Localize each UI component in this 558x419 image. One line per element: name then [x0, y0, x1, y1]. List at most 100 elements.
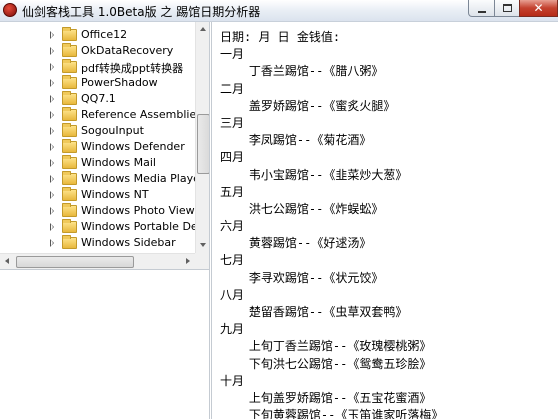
tree-item[interactable]: PowerShadow [0, 75, 195, 91]
folder-tree-rows: Office12 OkDataRecovery pdf转换成ppt转换器 PowerS… [0, 27, 195, 251]
tree-item-label: Windows Defender [81, 140, 185, 153]
expand-arrow-icon[interactable] [50, 95, 54, 103]
expand-arrow-icon[interactable] [50, 111, 54, 119]
scroll-right-arrow-icon[interactable] [180, 254, 195, 269]
tree-item-label: Windows NT [81, 188, 149, 201]
result-line: 楚留香踢馆--《虫草双套鸭》 [220, 305, 408, 319]
expand-arrow-icon[interactable] [50, 239, 54, 247]
expand-arrow-icon[interactable] [50, 127, 54, 135]
tree-item-content: pdf转换成ppt转换器 [0, 59, 195, 75]
tree-item-content: Windows Defender [0, 139, 195, 155]
result-line: 洪七公踢馆--《炸蜈蚣》 [220, 201, 384, 216]
app-icon[interactable] [3, 3, 17, 17]
expand-arrow-icon[interactable] [50, 191, 54, 199]
tree-horizontal-scrollbar[interactable] [0, 253, 195, 269]
folder-icon [62, 203, 77, 217]
tree-item-content: Windows NT [0, 187, 195, 203]
result-line: 丁香兰踢馆--《腊八粥》 [220, 64, 384, 79]
horizontal-scroll-thumb[interactable] [16, 256, 134, 268]
tree-item-label: OkDataRecovery [81, 44, 174, 57]
result-line: 韦小宝踢馆--《韭菜炒大葱》 [220, 167, 408, 182]
maximize-icon [502, 4, 512, 12]
title-bar[interactable]: 仙剑客栈工具 1.0Beta版 之 踢馆日期分析器 ✕ [0, 0, 558, 22]
result-line: 盖罗娇踢馆--《蜜炙火腿》 [220, 98, 396, 113]
tree-item-content: Windows Sidebar [0, 235, 195, 251]
tree-item[interactable]: Windows NT [0, 187, 195, 203]
folder-icon [62, 59, 77, 73]
folder-icon [62, 43, 77, 57]
minimize-icon [477, 10, 486, 13]
folder-icon [62, 107, 77, 121]
tree-item[interactable]: Windows Photo Viewer [0, 203, 195, 219]
folder-icon [62, 75, 77, 89]
tree-item[interactable]: Windows Defender [0, 139, 195, 155]
tree-item[interactable]: Office12 [0, 27, 195, 43]
result-line: 下旬洪七公踢馆--《鸳鸯五珍脍》 [220, 356, 432, 371]
tree-item-content: Office12 [0, 27, 195, 43]
tree-item-content: Windows Media Player [0, 171, 195, 187]
tree-item-label: QQ7.1 [81, 92, 116, 105]
folder-icon [62, 91, 77, 105]
tree-item[interactable]: Reference Assemblies [0, 107, 195, 123]
scroll-left-arrow-icon[interactable] [0, 254, 15, 269]
result-line: 九月 [220, 322, 245, 337]
folder-icon [62, 235, 77, 249]
tree-item-content: Windows Photo Viewer [0, 203, 195, 219]
tree-item[interactable]: Windows Mail [0, 155, 195, 171]
folder-icon [62, 139, 77, 153]
result-line: 黄蓉踢馆--《好逑汤》 [220, 236, 372, 251]
file-list-pane[interactable] [0, 269, 210, 419]
window-title: 仙剑客栈工具 1.0Beta版 之 踢馆日期分析器 [22, 5, 261, 19]
tree-item-label: Office12 [81, 28, 128, 41]
expand-arrow-icon[interactable] [50, 63, 54, 71]
folder-icon [62, 123, 77, 137]
tree-item-content: Windows Mail [0, 155, 195, 171]
scroll-up-arrow-icon[interactable] [196, 22, 209, 37]
minimize-button[interactable] [468, 0, 495, 17]
tree-item-content: Windows Portable Devic [0, 219, 195, 235]
expand-arrow-icon[interactable] [50, 79, 54, 87]
tree-item-content: Reference Assemblies [0, 107, 195, 123]
expand-arrow-icon[interactable] [50, 159, 54, 167]
tree-item[interactable]: Windows Portable Devic [0, 219, 195, 235]
results-text-area[interactable]: 日期: 月 日 金钱值: 一月 丁香兰踢馆--《腊八粥》 二月 盖罗娇踢馆--《蜜… [211, 22, 558, 419]
result-line: 五月 [220, 184, 245, 199]
expand-arrow-icon[interactable] [50, 143, 54, 151]
tree-item-label: Reference Assemblies [81, 108, 195, 121]
tree-item-label: Windows Portable Devic [81, 220, 195, 233]
result-line: 上旬盖罗娇踢馆--《五宝花蜜酒》 [220, 390, 432, 405]
tree-item-label: Windows Media Player [81, 172, 195, 185]
result-line: 李寻欢踢馆--《状元饺》 [220, 270, 384, 285]
folder-icon [62, 187, 77, 201]
folder-icon [62, 171, 77, 185]
tree-item-label: SogouInput [81, 124, 144, 137]
folder-icon [62, 27, 77, 41]
close-button[interactable]: ✕ [519, 0, 558, 17]
scroll-corner [195, 253, 209, 269]
tree-item[interactable]: Windows Media Player [0, 171, 195, 187]
tree-item-label: PowerShadow [81, 76, 158, 89]
result-line: 六月 [220, 219, 245, 234]
expand-arrow-icon[interactable] [50, 207, 54, 215]
tree-item[interactable]: pdf转换成ppt转换器 [0, 59, 195, 75]
tree-item[interactable]: SogouInput [0, 123, 195, 139]
folder-icon [62, 219, 77, 233]
expand-arrow-icon[interactable] [50, 223, 54, 231]
tree-item-content: QQ7.1 [0, 91, 195, 107]
expand-arrow-icon[interactable] [50, 47, 54, 55]
tree-item[interactable]: Windows Sidebar [0, 235, 195, 251]
maximize-button[interactable] [494, 0, 520, 17]
result-line: 一月 [220, 47, 245, 62]
vertical-scroll-thumb[interactable] [197, 114, 209, 174]
tree-item[interactable]: QQ7.1 [0, 91, 195, 107]
tree-vertical-scrollbar[interactable] [195, 22, 209, 253]
expand-arrow-icon[interactable] [50, 175, 54, 183]
result-line: 四月 [220, 150, 245, 165]
results-text-lines: 日期: 月 日 金钱值: 一月 丁香兰踢馆--《腊八粥》 二月 盖罗娇踢馆--《蜜… [220, 29, 443, 419]
tree-item[interactable]: OkDataRecovery [0, 43, 195, 59]
folder-tree[interactable]: Office12 OkDataRecovery pdf转换成ppt转换器 PowerS… [0, 22, 210, 269]
expand-arrow-icon[interactable] [50, 31, 54, 39]
results-header: 日期: 月 日 金钱值: [220, 30, 341, 44]
scroll-down-arrow-icon[interactable] [196, 238, 209, 253]
result-line: 二月 [220, 81, 245, 96]
